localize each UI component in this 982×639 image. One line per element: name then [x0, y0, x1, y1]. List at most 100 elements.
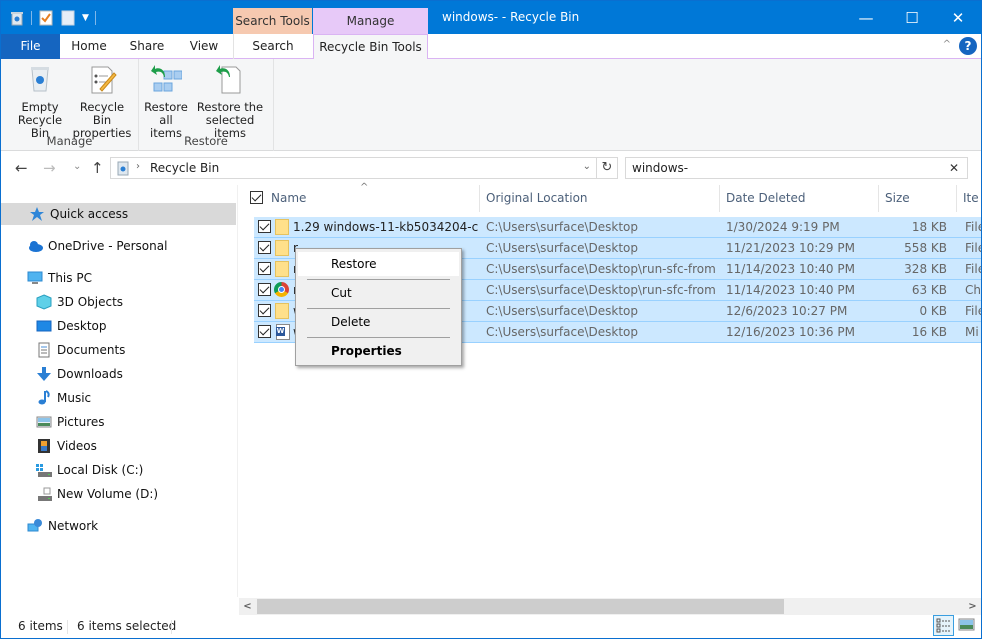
ribbon-group-label: Manage [46, 134, 93, 148]
recycle-bin-properties-button[interactable]: Recycle Bin properties [71, 63, 133, 140]
file-date-deleted: 11/14/2023 10:40 PM [726, 283, 855, 297]
help-icon[interactable]: ? [959, 37, 977, 55]
menu-item-cut[interactable]: Cut [298, 281, 459, 305]
selected-count: 6 items selected [77, 619, 177, 633]
search-input[interactable]: windows- [632, 161, 688, 175]
toolbar-separator [31, 11, 32, 25]
column-header-date-deleted[interactable]: Date Deleted [720, 185, 879, 212]
row-checkbox[interactable] [258, 262, 271, 275]
row-checkbox[interactable] [258, 325, 271, 338]
sidebar-item-pictures[interactable]: Pictures [36, 411, 105, 433]
status-separator [67, 620, 68, 634]
breadcrumb-separator-icon[interactable]: › [136, 161, 140, 172]
file-location: C:\Users\surface\Desktop\run-sfc-from-..… [486, 262, 716, 276]
sidebar-item-quick-access[interactable]: Quick access [1, 203, 236, 225]
horizontal-scrollbar[interactable]: < > [239, 598, 981, 615]
restore-all-items-button[interactable]: Restore all items [143, 63, 189, 140]
ribbon: Empty Recycle Bin Recycle Bin properties… [1, 59, 981, 151]
scroll-right-icon[interactable]: > [964, 598, 981, 615]
search-box[interactable]: windows- ✕ [625, 157, 968, 179]
row-checkbox[interactable] [258, 283, 271, 296]
properties-icon[interactable] [38, 10, 54, 26]
clear-search-button[interactable]: ✕ [949, 161, 959, 175]
row-checkbox[interactable] [258, 304, 271, 317]
refresh-button[interactable]: ↻ [596, 158, 617, 178]
sidebar-item-onedrive[interactable]: OneDrive - Personal [27, 235, 167, 257]
collapse-ribbon-icon[interactable]: ^ [943, 39, 951, 50]
file-type: Ch [965, 283, 981, 297]
details-view-icon [936, 618, 950, 633]
sidebar-item-network[interactable]: Network [27, 515, 98, 537]
sidebar-item-label: 3D Objects [57, 295, 124, 309]
music-icon [36, 390, 52, 406]
column-header-item-type[interactable]: Ite [957, 185, 982, 212]
sidebar-item-documents[interactable]: Documents [36, 339, 125, 361]
menu-item-properties[interactable]: Properties [298, 339, 459, 363]
row-checkbox[interactable] [258, 220, 271, 233]
recycle-bin-icon[interactable] [9, 10, 25, 26]
restore-selected-items-button[interactable]: Restore the selected items [191, 63, 269, 140]
address-dropdown-icon[interactable]: ⌄ [583, 161, 591, 172]
properties-icon [86, 63, 118, 95]
file-location: C:\Users\surface\Desktop [486, 304, 638, 318]
sidebar-item-music[interactable]: Music [36, 387, 91, 409]
file-type: Mi [965, 325, 979, 339]
file-size: 63 KB [911, 283, 947, 297]
sidebar-item-downloads[interactable]: Downloads [36, 363, 123, 385]
file-location: C:\Users\surface\Desktop [486, 220, 638, 234]
up-button[interactable]: ↑ [91, 159, 104, 177]
cube-icon [36, 294, 52, 310]
back-button[interactable]: ← [15, 159, 28, 177]
toolbar-separator [94, 11, 96, 25]
tab-view[interactable]: View [181, 34, 227, 59]
restore-all-icon [150, 63, 183, 95]
scroll-left-icon[interactable]: < [239, 598, 256, 615]
file-type: File [965, 304, 981, 318]
file-date-deleted: 12/6/2023 10:27 PM [726, 304, 848, 318]
close-button[interactable]: ✕ [935, 1, 981, 34]
tab-search[interactable]: Search [233, 34, 312, 59]
large-icons-view-button[interactable] [957, 615, 978, 636]
file-location: C:\Users\surface\Desktop [486, 241, 638, 255]
tab-share[interactable]: Share [123, 34, 171, 59]
explorer-window: ▼ Search Tools Manage windows- - Recycle… [0, 0, 982, 639]
window-title: windows- - Recycle Bin [442, 10, 580, 24]
empty-recycle-bin-button[interactable]: Empty Recycle Bin [9, 63, 71, 140]
sidebar-item-videos[interactable]: Videos [36, 435, 97, 457]
breadcrumb-recycle-bin[interactable]: Recycle Bin [150, 161, 219, 175]
address-bar[interactable]: › Recycle Bin ⌄ ↻ [110, 157, 618, 179]
file-row[interactable]: 1.29 windows-11-kb5034204-cra... C:\User… [254, 217, 981, 238]
quick-access-toolbar: ▼ [9, 9, 96, 27]
minimize-button[interactable]: — [843, 1, 889, 34]
file-size: 18 KB [911, 220, 947, 234]
tab-recycle-bin-tools[interactable]: Recycle Bin Tools [313, 34, 428, 60]
sidebar-item-label: Desktop [57, 319, 107, 333]
menu-item-restore[interactable]: Restore [298, 252, 459, 276]
tab-file[interactable]: File [1, 34, 60, 59]
maximize-button[interactable]: ☐ [889, 1, 935, 34]
file-date-deleted: 11/21/2023 10:29 PM [726, 241, 855, 255]
ribbon-group-label: Restore [184, 134, 228, 148]
column-header-original-location[interactable]: Original Location [480, 185, 720, 212]
recycle-bin-icon [115, 160, 131, 179]
column-header-size[interactable]: Size [879, 185, 957, 212]
file-location: C:\Users\surface\Desktop [486, 325, 638, 339]
select-all-checkbox[interactable] [250, 191, 263, 204]
sidebar-item-label: Music [57, 391, 92, 405]
scrollbar-thumb[interactable] [257, 599, 784, 614]
sidebar-item-this-pc[interactable]: This PC [27, 267, 92, 289]
sidebar-item-desktop[interactable]: Desktop [36, 315, 107, 337]
row-checkbox[interactable] [258, 241, 271, 254]
menu-item-delete[interactable]: Delete [298, 310, 459, 334]
new-folder-icon[interactable] [60, 10, 76, 26]
customize-toolbar-icon[interactable]: ▼ [82, 13, 89, 23]
tab-home[interactable]: Home [65, 34, 113, 59]
sidebar-item-new-volume-d[interactable]: New Volume (D:) [36, 483, 158, 505]
sidebar-item-local-disk-c[interactable]: Local Disk (C:) [36, 459, 143, 481]
sidebar-item-3d-objects[interactable]: 3D Objects [36, 291, 123, 313]
sidebar-item-label: Pictures [57, 415, 105, 429]
recent-locations-button[interactable]: ⌄ [73, 161, 81, 172]
column-header-name[interactable]: Name [238, 185, 480, 212]
forward-button[interactable]: → [43, 159, 56, 177]
details-view-button[interactable] [933, 615, 954, 636]
